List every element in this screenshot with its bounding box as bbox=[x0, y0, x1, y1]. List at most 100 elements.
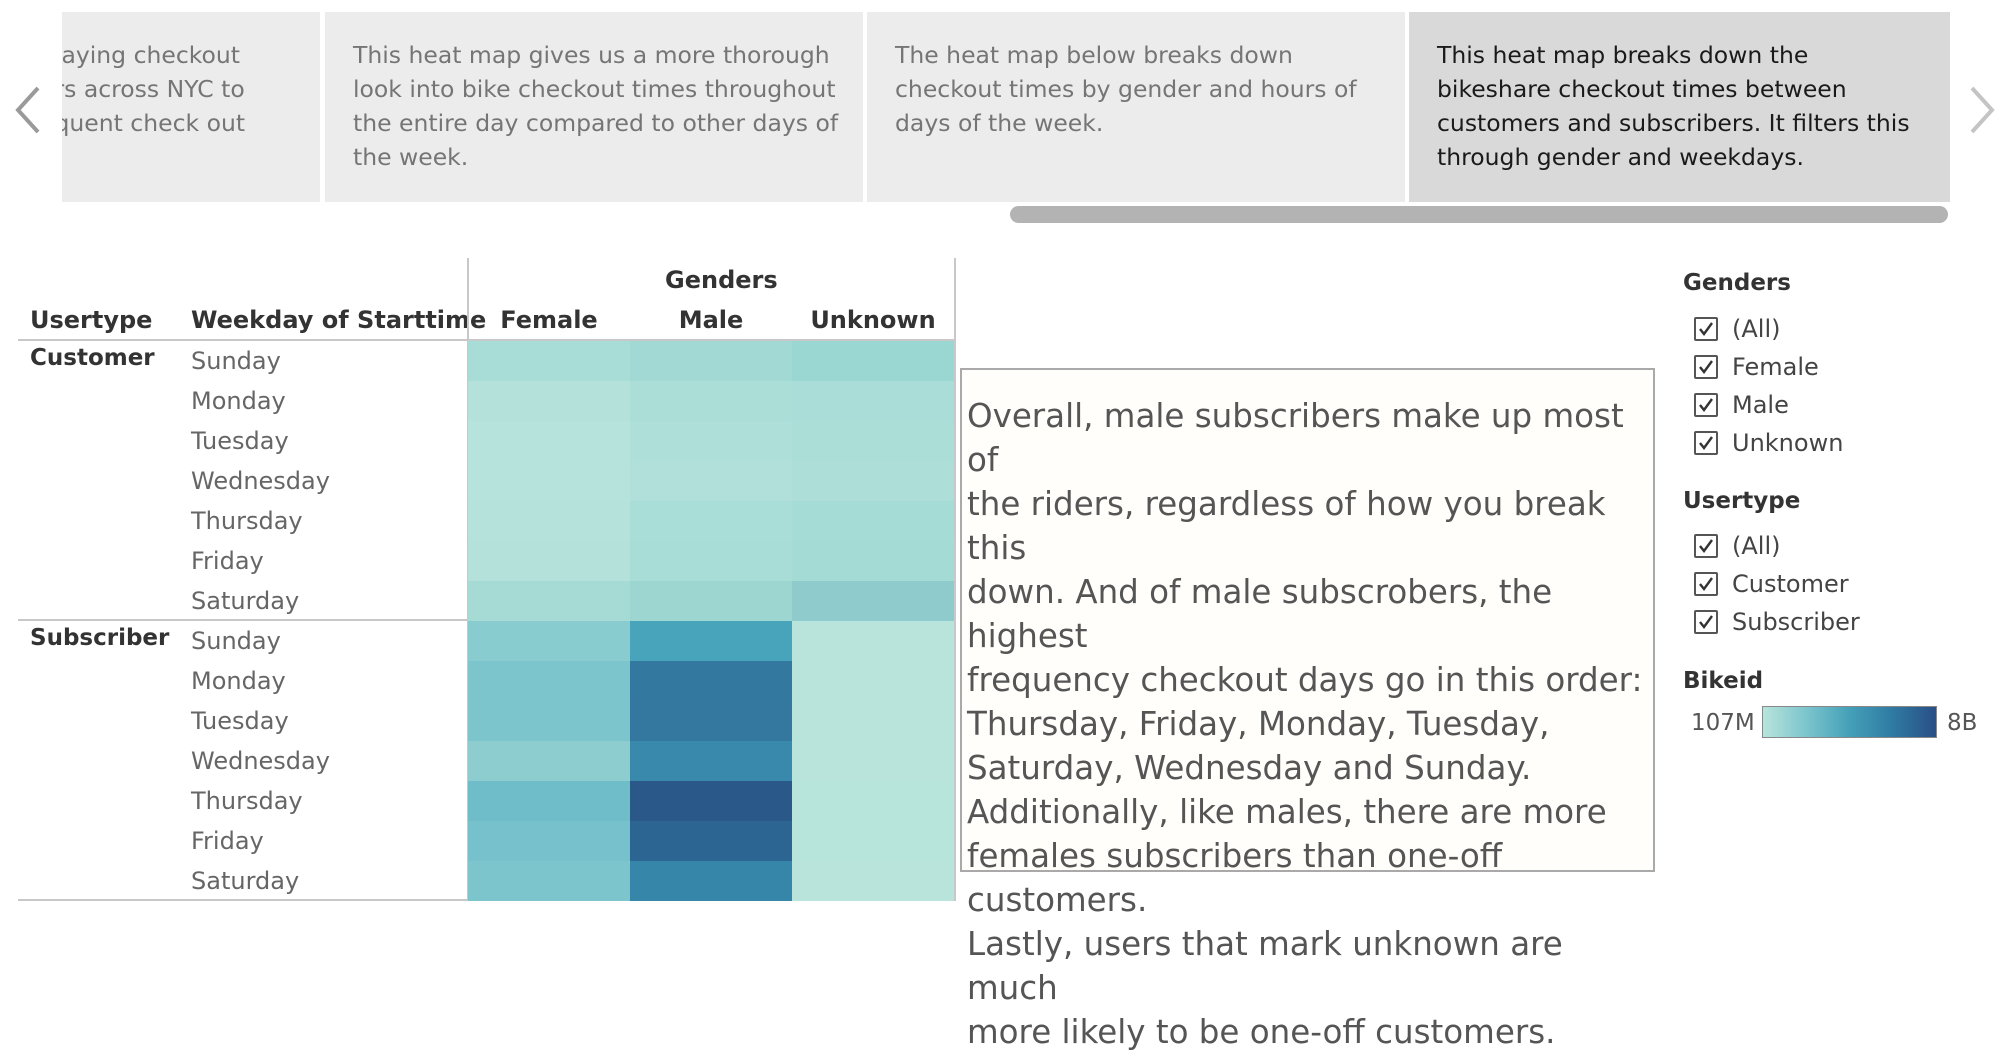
heatmap-cell-customer-sunday-unknown[interactable] bbox=[792, 341, 954, 381]
heatmap-cell-subscriber-monday-male[interactable] bbox=[630, 661, 792, 701]
genders-filter-option-label: Male bbox=[1732, 391, 1789, 419]
heatmap-cell-customer-monday-male[interactable] bbox=[630, 381, 792, 421]
weekday-label: Friday bbox=[191, 547, 264, 575]
heatmap-cell-customer-wednesday-male[interactable] bbox=[630, 461, 792, 501]
heatmap-cell-subscriber-friday-female[interactable] bbox=[468, 821, 630, 861]
weekday-label: Sunday bbox=[191, 347, 281, 375]
weekday-label: Thursday bbox=[191, 787, 303, 815]
heatmap-cell-customer-tuesday-male[interactable] bbox=[630, 421, 792, 461]
genders-filter-option-label: Unknown bbox=[1732, 429, 1844, 457]
checkbox[interactable] bbox=[1694, 610, 1718, 634]
heatmap-cell-customer-thursday-female[interactable] bbox=[468, 501, 630, 541]
heatmap-cell-subscriber-tuesday-female[interactable] bbox=[468, 701, 630, 741]
heatmap-cell-subscriber-wednesday-unknown[interactable] bbox=[792, 741, 954, 781]
usertype-filter-option[interactable]: Subscriber bbox=[1694, 607, 1860, 637]
heatmap-cell-customer-saturday-unknown[interactable] bbox=[792, 581, 954, 621]
genders-filter-title: Genders bbox=[1683, 270, 1791, 296]
story-point-4-text: This heat map breaks down the bikeshare … bbox=[1437, 41, 1910, 171]
story-point-3-text: The heat map below breaks down checkout … bbox=[895, 41, 1357, 137]
checkbox[interactable] bbox=[1694, 393, 1718, 417]
checkmark-icon bbox=[1699, 577, 1713, 591]
heatmap-cell-subscriber-sunday-female[interactable] bbox=[468, 621, 630, 661]
weekday-label: Monday bbox=[191, 387, 286, 415]
annotation-line: Lastly, users that mark unknown are much bbox=[967, 925, 1563, 1007]
heatmap-cell-subscriber-monday-unknown[interactable] bbox=[792, 661, 954, 701]
checkbox[interactable] bbox=[1694, 572, 1718, 596]
weekday-label: Saturday bbox=[191, 867, 300, 895]
heatmap-cell-subscriber-saturday-unknown[interactable] bbox=[792, 861, 954, 901]
heatmap-cell-customer-monday-unknown[interactable] bbox=[792, 381, 954, 421]
heatmap-cell-customer-sunday-female[interactable] bbox=[468, 341, 630, 381]
legend-gradient-bar bbox=[1762, 706, 1937, 738]
heatmap-cell-subscriber-saturday-female[interactable] bbox=[468, 861, 630, 901]
genders-filter-option-label: (All) bbox=[1732, 315, 1781, 343]
usertype-filter-option[interactable]: (All) bbox=[1694, 531, 1780, 561]
story-point-4-active[interactable]: This heat map breaks down the bikeshare … bbox=[1409, 12, 1950, 202]
checkbox[interactable] bbox=[1694, 534, 1718, 558]
heatmap-cell-subscriber-tuesday-male[interactable] bbox=[630, 701, 792, 741]
heatmap-cell-customer-tuesday-unknown[interactable] bbox=[792, 421, 954, 461]
weekday-label: Friday bbox=[191, 827, 264, 855]
usertype-label-customer: Customer bbox=[30, 345, 155, 371]
divider-right bbox=[954, 258, 956, 900]
weekday-label: Tuesday bbox=[191, 427, 289, 455]
usertype-filter-option-label: (All) bbox=[1732, 532, 1781, 560]
checkbox[interactable] bbox=[1694, 317, 1718, 341]
weekday-column-header: Weekday of Starttime bbox=[191, 306, 487, 334]
heatmap-cell-customer-friday-female[interactable] bbox=[468, 541, 630, 581]
heatmap-cell-subscriber-thursday-female[interactable] bbox=[468, 781, 630, 821]
heatmap-cell-customer-saturday-female[interactable] bbox=[468, 581, 630, 621]
heatmap-cell-customer-wednesday-unknown[interactable] bbox=[792, 461, 954, 501]
chevron-right-icon bbox=[1970, 86, 1995, 134]
heatmap-cell-subscriber-saturday-male[interactable] bbox=[630, 861, 792, 901]
usertype-filter-option[interactable]: Customer bbox=[1694, 569, 1849, 599]
heatmap-cell-customer-friday-male[interactable] bbox=[630, 541, 792, 581]
heatmap-cell-customer-wednesday-female[interactable] bbox=[468, 461, 630, 501]
legend-max-label: 8B bbox=[1947, 710, 1978, 736]
story-point-1[interactable]: playing checkout ers across NYC to equen… bbox=[62, 12, 320, 202]
usertype-filter-option-label: Subscriber bbox=[1732, 608, 1860, 636]
heatmap-cell-subscriber-sunday-unknown[interactable] bbox=[792, 621, 954, 661]
genders-filter-option[interactable]: Female bbox=[1694, 352, 1819, 382]
checkmark-icon bbox=[1699, 539, 1713, 553]
annotation-line: the riders, regardless of how you break … bbox=[967, 485, 1606, 567]
heatmap-cell-subscriber-wednesday-female[interactable] bbox=[468, 741, 630, 781]
heatmap-cell-subscriber-friday-unknown[interactable] bbox=[792, 821, 954, 861]
heatmap-cell-customer-sunday-male[interactable] bbox=[630, 341, 792, 381]
checkbox[interactable] bbox=[1694, 431, 1718, 455]
annotation-line: frequency checkout days go in this order… bbox=[967, 661, 1643, 699]
heatmap-cell-subscriber-sunday-male[interactable] bbox=[630, 621, 792, 661]
chevron-left-icon bbox=[15, 86, 40, 134]
usertype-filter-title: Usertype bbox=[1683, 488, 1801, 514]
text-annotation: Overall, male subscribers make up most o… bbox=[960, 368, 1655, 1051]
heatmap-cell-subscriber-friday-male[interactable] bbox=[630, 821, 792, 861]
heatmap-cell-customer-saturday-male[interactable] bbox=[630, 581, 792, 621]
checkbox[interactable] bbox=[1694, 355, 1718, 379]
heatmap-cell-subscriber-thursday-unknown[interactable] bbox=[792, 781, 954, 821]
heatmap-cell-subscriber-monday-female[interactable] bbox=[468, 661, 630, 701]
genders-filter-option[interactable]: Male bbox=[1694, 390, 1789, 420]
genders-filter-option[interactable]: (All) bbox=[1694, 314, 1780, 344]
annotation-line: Saturday, Wednesday and Sunday. bbox=[967, 749, 1532, 787]
next-story-point-button[interactable] bbox=[1962, 80, 2002, 140]
heatmap-cell-customer-tuesday-female[interactable] bbox=[468, 421, 630, 461]
annotation-line: Overall, male subscribers make up most o… bbox=[967, 397, 1624, 479]
checkmark-icon bbox=[1699, 615, 1713, 629]
previous-story-point-button[interactable] bbox=[8, 80, 48, 140]
checkmark-icon bbox=[1699, 360, 1713, 374]
heatmap-cell-customer-thursday-unknown[interactable] bbox=[792, 501, 954, 541]
heatmap-cell-subscriber-wednesday-male[interactable] bbox=[630, 741, 792, 781]
heatmap-cell-customer-monday-female[interactable] bbox=[468, 381, 630, 421]
story-point-2[interactable]: This heat map gives us a more thorough l… bbox=[325, 12, 863, 202]
genders-filter-option[interactable]: Unknown bbox=[1694, 428, 1843, 458]
weekday-label: Monday bbox=[191, 667, 286, 695]
heatmap-cell-subscriber-thursday-male[interactable] bbox=[630, 781, 792, 821]
heatmap-cell-customer-thursday-male[interactable] bbox=[630, 501, 792, 541]
story-point-3[interactable]: The heat map below breaks down checkout … bbox=[867, 12, 1405, 202]
heatmap-cell-customer-friday-unknown[interactable] bbox=[792, 541, 954, 581]
story-points-scrollbar[interactable] bbox=[1010, 206, 1948, 223]
heatmap-cell-subscriber-tuesday-unknown[interactable] bbox=[792, 701, 954, 741]
gender-header-unknown: Unknown bbox=[810, 306, 936, 334]
usertype-label-subscriber: Subscriber bbox=[30, 625, 170, 651]
usertype-filter-option-label: Customer bbox=[1732, 570, 1849, 598]
